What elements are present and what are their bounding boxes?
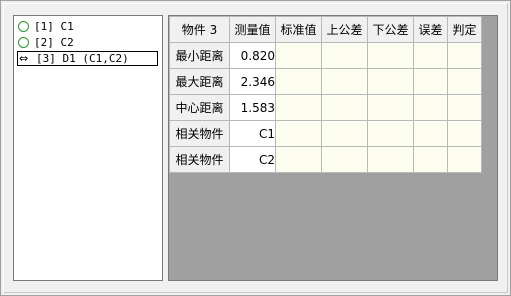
column-header-error[interactable]: 误差: [413, 16, 448, 43]
measured-cell[interactable]: C1: [229, 120, 276, 147]
object-tree[interactable]: [1] C1 [2] C2 ⇔ [3] D1 (C1,C2): [13, 15, 163, 281]
nominal-cell[interactable]: [275, 42, 322, 69]
nominal-cell[interactable]: [275, 68, 322, 95]
row-header: 相关物件: [169, 146, 230, 173]
table-row: 中心距离 1.583: [169, 94, 482, 121]
column-header-measured[interactable]: 测量值: [229, 16, 276, 43]
circle-icon: [18, 37, 29, 48]
column-header-judgement[interactable]: 判定: [447, 16, 482, 43]
upper-tol-cell[interactable]: [321, 146, 368, 173]
circle-icon: [18, 21, 29, 32]
lower-tol-cell[interactable]: [367, 146, 414, 173]
error-cell[interactable]: [413, 42, 448, 69]
measured-cell[interactable]: 0.820: [229, 42, 276, 69]
row-header: 中心距离: [169, 94, 230, 121]
row-header: 最小距离: [169, 42, 230, 69]
upper-tol-cell[interactable]: [321, 94, 368, 121]
distance-icon: ⇔: [19, 52, 29, 65]
judgement-cell[interactable]: [447, 94, 482, 121]
upper-tol-cell[interactable]: [321, 42, 368, 69]
header-row: 物件 3 测量值 标准值 上公差 下公差 误差 判定: [169, 16, 482, 43]
measured-cell[interactable]: 2.346: [229, 68, 276, 95]
table-row: 相关物件 C1: [169, 120, 482, 147]
grid-corner-label: 物件 3: [169, 16, 230, 43]
upper-tol-cell[interactable]: [321, 68, 368, 95]
row-header: 最大距离: [169, 68, 230, 95]
tree-item-label: [2] C2: [34, 36, 74, 49]
error-cell[interactable]: [413, 146, 448, 173]
tree-item-label: [1] C1: [34, 20, 74, 33]
row-header: 相关物件: [169, 120, 230, 147]
column-header-nominal[interactable]: 标准值: [275, 16, 322, 43]
result-table: 物件 3 测量值 标准值 上公差 下公差 误差 判定 最小距离 0.820 最大…: [169, 16, 482, 173]
error-cell[interactable]: [413, 68, 448, 95]
table-row: 最大距离 2.346: [169, 68, 482, 95]
upper-tol-cell[interactable]: [321, 120, 368, 147]
table-row: 最小距离 0.820: [169, 42, 482, 69]
measured-cell[interactable]: C2: [229, 146, 276, 173]
lower-tol-cell[interactable]: [367, 68, 414, 95]
judgement-cell[interactable]: [447, 146, 482, 173]
result-grid[interactable]: 物件 3 测量值 标准值 上公差 下公差 误差 判定 最小距离 0.820 最大…: [168, 15, 498, 281]
table-row: 相关物件 C2: [169, 146, 482, 173]
lower-tol-cell[interactable]: [367, 94, 414, 121]
tree-item-c2[interactable]: [2] C2: [18, 35, 74, 50]
error-cell[interactable]: [413, 94, 448, 121]
judgement-cell[interactable]: [447, 120, 482, 147]
lower-tol-cell[interactable]: [367, 42, 414, 69]
nominal-cell[interactable]: [275, 146, 322, 173]
column-header-upper-tol[interactable]: 上公差: [321, 16, 368, 43]
measured-cell[interactable]: 1.583: [229, 94, 276, 121]
tree-item-d1[interactable]: ⇔ [3] D1 (C1,C2): [17, 51, 158, 66]
tree-item-c1[interactable]: [1] C1: [18, 19, 74, 34]
tree-item-label: [3] D1 (C1,C2): [36, 52, 129, 65]
lower-tol-cell[interactable]: [367, 120, 414, 147]
judgement-cell[interactable]: [447, 42, 482, 69]
judgement-cell[interactable]: [447, 68, 482, 95]
nominal-cell[interactable]: [275, 120, 322, 147]
error-cell[interactable]: [413, 120, 448, 147]
column-header-lower-tol[interactable]: 下公差: [367, 16, 414, 43]
nominal-cell[interactable]: [275, 94, 322, 121]
